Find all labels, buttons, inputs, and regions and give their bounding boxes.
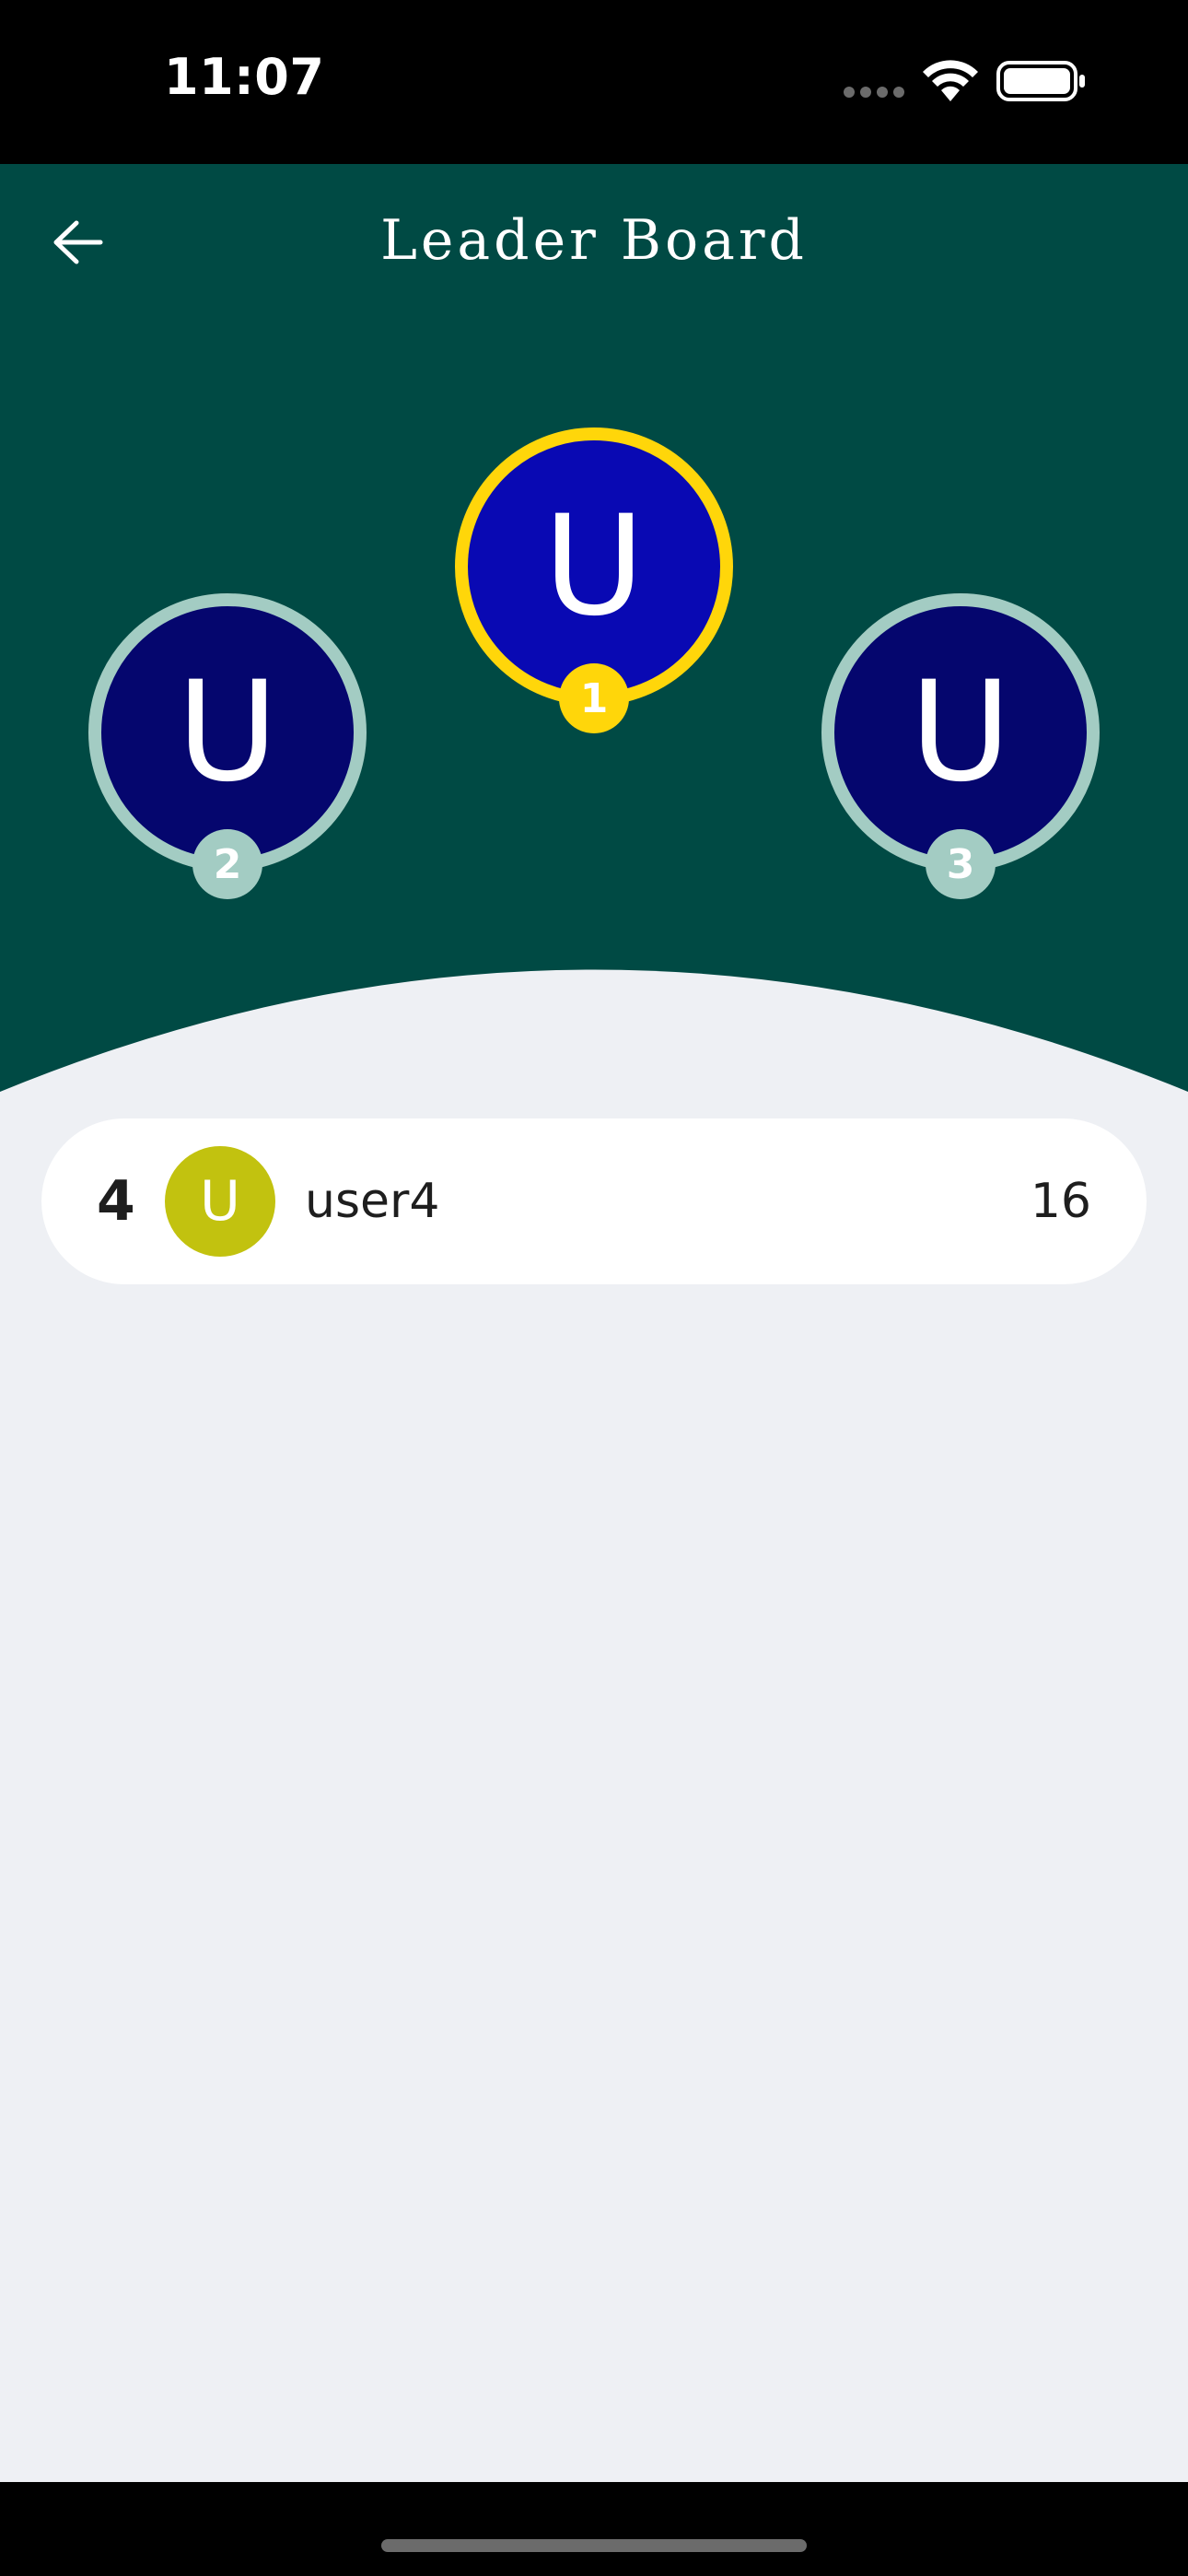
status-bar: 11:07 bbox=[0, 0, 1188, 164]
avatar: U bbox=[165, 1146, 275, 1257]
avatar-initial: U bbox=[200, 1169, 240, 1234]
wifi-icon bbox=[923, 60, 978, 101]
third-place-rank: 3 bbox=[946, 840, 975, 888]
second-place-rank: 2 bbox=[213, 840, 242, 888]
list-item[interactable]: 4 U user4 16 bbox=[41, 1118, 1147, 1284]
home-indicator[interactable] bbox=[381, 2539, 807, 2552]
first-place-rank-badge: 1 bbox=[559, 663, 629, 733]
status-time: 11:07 bbox=[164, 48, 325, 106]
status-icons bbox=[838, 57, 1087, 105]
page-title: Leader Board bbox=[380, 208, 808, 273]
row-username: user4 bbox=[305, 1174, 440, 1229]
leaderboard-list: 4 U user4 16 bbox=[41, 1118, 1147, 1284]
bottom-bar bbox=[0, 2482, 1188, 2576]
third-place-rank-badge: 3 bbox=[926, 829, 996, 899]
row-rank: 4 bbox=[97, 1169, 135, 1234]
second-place-rank-badge: 2 bbox=[192, 829, 262, 899]
first-place-initial: U bbox=[543, 486, 645, 647]
second-place-initial: U bbox=[177, 652, 278, 813]
third-place-initial: U bbox=[910, 652, 1011, 813]
battery-icon bbox=[996, 61, 1085, 101]
first-place-rank: 1 bbox=[579, 674, 609, 722]
row-score: 16 bbox=[1030, 1174, 1091, 1229]
